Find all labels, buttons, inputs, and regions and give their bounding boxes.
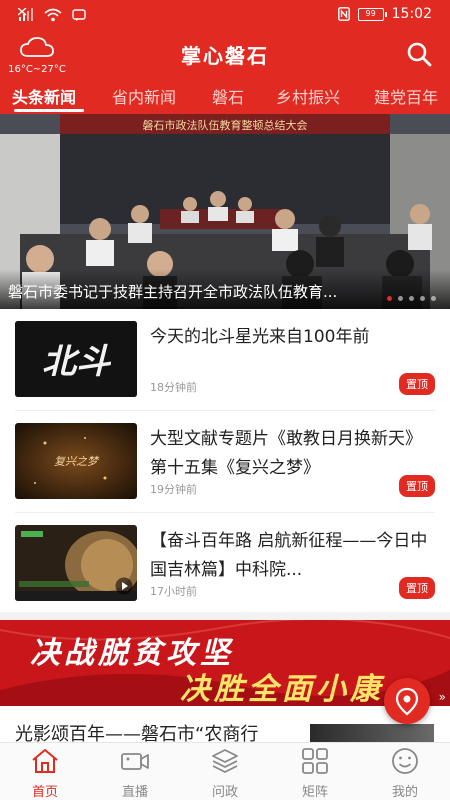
tab-rural-revitalization[interactable]: 乡村振兴 <box>276 84 340 108</box>
carousel-dot[interactable] <box>387 296 392 301</box>
news-thumbnail: 北斗 <box>15 321 137 397</box>
search-icon[interactable] <box>406 41 432 67</box>
wifi-icon <box>44 8 62 22</box>
location-fab[interactable] <box>384 678 430 724</box>
category-tabs: 头条新闻 省内新闻 磐石 乡村振兴 建党百年 <box>0 78 450 114</box>
news-thumbnail <box>310 724 434 742</box>
home-icon <box>32 749 58 773</box>
app-header: 16°C~27°C 掌心磐石 <box>0 30 450 78</box>
news-item[interactable]: 【奋斗百年路 启航新征程——今日中国吉林篇】中科院... 17小时前 置顶 <box>0 513 450 615</box>
active-tab-indicator <box>14 109 84 112</box>
carousel-dot[interactable] <box>431 296 436 301</box>
news-title: 【奋斗百年路 启航新征程——今日中国吉林篇】中科院... <box>150 531 428 580</box>
status-bar: 99 15:02 <box>0 0 450 30</box>
news-item[interactable]: 北斗 今天的北斗星光来自100年前 18分钟前 置顶 <box>0 309 450 411</box>
news-title: 光影颂百年——磐石市“农商行 <box>15 724 259 742</box>
nav-label: 矩阵 <box>301 785 328 800</box>
carousel-dot[interactable] <box>398 296 403 301</box>
news-thumbnail <box>15 525 137 601</box>
grid-icon <box>302 748 328 774</box>
signal-off-icon <box>18 8 33 21</box>
clock: 15:02 <box>391 6 432 22</box>
beidou-calligraphy-image: 北斗 <box>15 321 137 397</box>
tab-headlines[interactable]: 头条新闻 <box>12 84 76 108</box>
news-time: 17小时前 <box>150 585 197 598</box>
banner-backdrop-text: 磐石市政法队伍教育整顿总结大会 <box>143 118 308 132</box>
nav-live[interactable]: 直播 <box>90 747 180 800</box>
app-title: 掌心磐石 <box>181 44 269 68</box>
pinned-badge: 置顶 <box>399 577 435 599</box>
section-gap <box>0 612 450 620</box>
news-item[interactable]: 复兴之梦 大型文献专题片《敢教日月换新天》第十五集《复兴之梦》 19分钟前 置顶 <box>0 411 450 513</box>
news-thumb-text: 复兴之梦 <box>54 455 100 468</box>
status-left-icons <box>18 8 86 22</box>
tab-panshi[interactable]: 磐石 <box>212 84 244 108</box>
nfc-icon <box>337 7 350 21</box>
nav-label: 我的 <box>391 785 418 800</box>
carousel-dot[interactable] <box>420 296 425 301</box>
nav-home[interactable]: 首页 <box>0 747 90 800</box>
nav-label: 首页 <box>31 785 58 800</box>
nav-mine[interactable]: 我的 <box>360 747 450 800</box>
poverty-alleviation-banner[interactable]: 决战脱贫攻坚 决胜全面小康 <box>0 620 450 706</box>
carousel-dots <box>387 296 436 301</box>
battery-icon: 99 <box>357 7 387 21</box>
nav-label: 直播 <box>121 785 148 800</box>
news-time: 18分钟前 <box>150 381 197 394</box>
news-title: 大型文献专题片《敢教日月换新天》第十五集《复兴之梦》 <box>150 429 422 478</box>
message-icon <box>72 9 86 21</box>
status-right-icons: 99 15:02 <box>337 6 432 22</box>
tab-party-centenary[interactable]: 建党百年 <box>374 84 438 108</box>
promo-line-2: 决胜全面小康 <box>180 672 384 706</box>
tab-provincial-news[interactable]: 省内新闻 <box>112 84 176 108</box>
nav-label: 问政 <box>211 785 238 800</box>
headline-banner[interactable]: 磐石市政法队伍教育整顿总结大会 磐石市委书记于技群主持召开全市政法队伍教育... <box>0 114 450 309</box>
video-camera-icon <box>121 753 149 770</box>
stack-icon <box>212 749 238 773</box>
nav-matrix[interactable]: 矩阵 <box>270 747 360 800</box>
app-screen: 99 15:02 16°C~27°C 掌心磐石 头条新闻 省内新闻 磐石 乡村振… <box>0 0 450 800</box>
smiley-icon <box>392 748 418 774</box>
location-pin-icon <box>395 687 419 716</box>
news-title: 今天的北斗星光来自100年前 <box>150 327 370 347</box>
news-item-partial[interactable]: 光影颂百年——磐石市“农商行 <box>0 706 450 742</box>
carousel-dot[interactable] <box>409 296 414 301</box>
banner-caption: 磐石市委书记于技群主持召开全市政法队伍教育... <box>0 269 450 309</box>
news-time: 19分钟前 <box>150 483 197 496</box>
double-chevron-right-icon[interactable]: » <box>439 690 446 704</box>
news-thumb-text: 北斗 <box>42 342 112 382</box>
play-icon[interactable] <box>115 577 133 595</box>
bottom-navigation: 首页 直播 问政 矩阵 我的 <box>0 742 450 800</box>
pinned-badge: 置顶 <box>399 475 435 497</box>
documentary-still-image: 复兴之梦 <box>15 423 137 499</box>
news-thumbnail: 复兴之梦 <box>15 423 137 499</box>
nav-inquiry[interactable]: 问政 <box>180 747 270 800</box>
pinned-badge: 置顶 <box>399 373 435 395</box>
